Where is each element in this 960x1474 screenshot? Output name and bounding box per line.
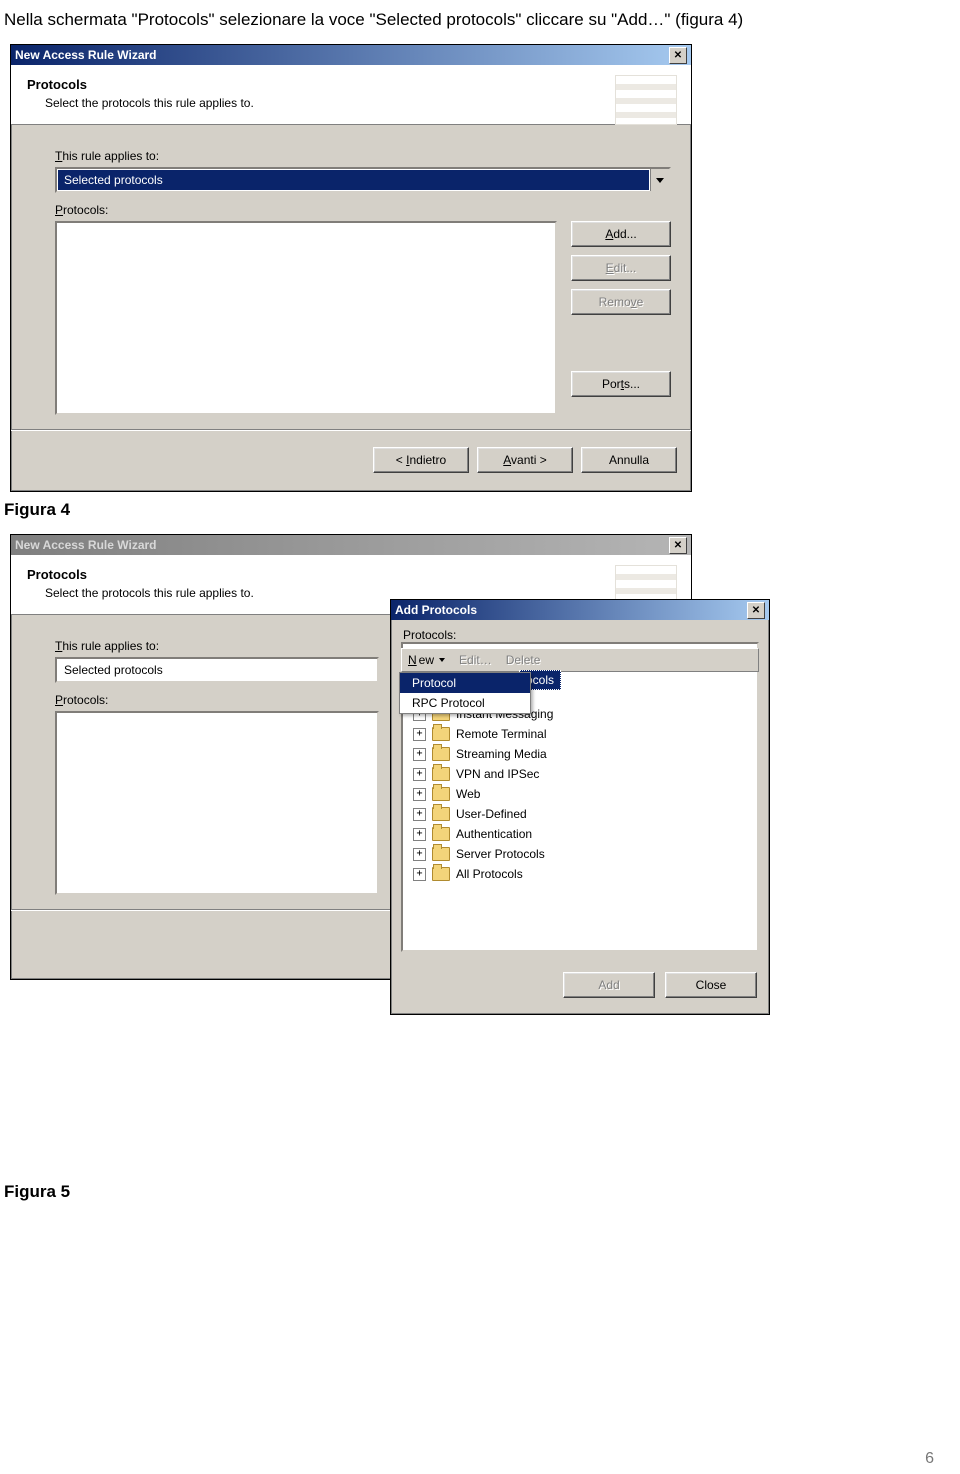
next-button[interactable]: Avanti >	[477, 447, 573, 473]
close-icon[interactable]: ✕	[669, 47, 687, 64]
figure-4-caption: Figura 4	[0, 492, 960, 534]
new-dropdown-menu: Protocol RPC Protocol	[399, 672, 531, 714]
protocols-label: Protocols:	[55, 203, 671, 217]
expand-icon[interactable]: +	[413, 728, 426, 741]
new-menu-button[interactable]: New	[408, 653, 445, 667]
folder-icon	[432, 807, 450, 821]
tree-item-label: Server Protocols	[456, 847, 545, 861]
ports-button[interactable]: Ports...	[571, 371, 671, 397]
side-buttons: Add... Edit... Remove Ports...	[571, 221, 671, 415]
applies-select[interactable]: Selected protocols	[55, 167, 671, 193]
folder-icon	[432, 847, 450, 861]
tree-item-label: Authentication	[456, 827, 532, 841]
header-graphic	[615, 75, 677, 125]
applies-label: This rule applies to:	[55, 149, 671, 163]
header-title: Protocols	[27, 77, 675, 92]
wizard-dialog-fig4: New Access Rule Wizard ✕ Protocols Selec…	[10, 44, 692, 492]
expand-icon[interactable]: +	[413, 848, 426, 861]
header-title: Protocols	[27, 567, 675, 582]
title-bar: Add Protocols ✕	[391, 600, 769, 620]
tree-item-label: VPN and IPSec	[456, 767, 539, 781]
tree-item-label: Remote Terminal	[456, 727, 546, 741]
tree-item[interactable]: + User-Defined	[407, 804, 753, 824]
dialog-footer: Add Close	[391, 958, 769, 1014]
tree-item[interactable]: + Web	[407, 784, 753, 804]
wizard-footer: < Indietro Avanti > Annulla	[11, 430, 691, 491]
tree-item-label: All Protocols	[456, 867, 523, 881]
expand-icon[interactable]: +	[413, 808, 426, 821]
cancel-button[interactable]: Annulla	[581, 447, 677, 473]
menu-item-protocol[interactable]: Protocol	[400, 673, 530, 693]
expand-icon[interactable]: +	[413, 828, 426, 841]
edit-button[interactable]: Edit...	[571, 255, 671, 281]
folder-icon	[432, 867, 450, 881]
tree-item[interactable]: + Remote Terminal	[407, 724, 753, 744]
expand-icon[interactable]: +	[413, 788, 426, 801]
figure-4-area: New Access Rule Wizard ✕ Protocols Selec…	[0, 30, 960, 492]
remove-label: Remove	[599, 295, 644, 309]
title-bar-inactive: New Access Rule Wizard ✕	[11, 535, 691, 555]
dialog-body: This rule applies to: Selected protocols…	[11, 125, 691, 423]
toolbar-delete[interactable]: Delete	[506, 653, 541, 667]
tree-item[interactable]: + Authentication	[407, 824, 753, 844]
folder-icon	[432, 767, 450, 781]
folder-icon	[432, 747, 450, 761]
expand-icon[interactable]: +	[413, 768, 426, 781]
protocols-label: Protocols:	[391, 620, 769, 642]
header-subtitle: Select the protocols this rule applies t…	[45, 586, 675, 600]
header-subtitle: Select the protocols this rule applies t…	[45, 96, 675, 110]
tree-item[interactable]: + All Protocols	[407, 864, 753, 884]
figure-5-caption: Figura 5	[0, 1174, 960, 1216]
dialog-title: New Access Rule Wizard	[15, 48, 157, 62]
chevron-down-icon	[439, 658, 445, 662]
tree-toolbar: New Edit… Delete	[401, 648, 759, 672]
close-icon[interactable]: ✕	[669, 537, 687, 554]
intro-text: Nella schermata "Protocols" selezionare …	[0, 0, 960, 30]
applies-value: Selected protocols	[58, 660, 376, 680]
figure-5-area: New Access Rule Wizard ✕ Protocols Selec…	[10, 534, 960, 1174]
close-icon[interactable]: ✕	[747, 602, 765, 619]
expand-icon[interactable]: +	[413, 868, 426, 881]
back-button[interactable]: < Indietro	[373, 447, 469, 473]
add-button[interactable]: Add...	[571, 221, 671, 247]
chevron-down-icon[interactable]	[650, 169, 669, 191]
tree-item-label: Streaming Media	[456, 747, 547, 761]
tree-item-label: Web	[456, 787, 480, 801]
tree-item[interactable]: + Server Protocols	[407, 844, 753, 864]
folder-icon	[432, 727, 450, 741]
page-number: 6	[925, 1450, 934, 1468]
tree-item-label: User-Defined	[456, 807, 527, 821]
close-button[interactable]: Close	[665, 972, 757, 998]
dialog-header: Protocols Select the protocols this rule…	[11, 65, 691, 125]
title-bar: New Access Rule Wizard ✕	[11, 45, 691, 65]
tree-item[interactable]: + VPN and IPSec	[407, 764, 753, 784]
protocols-listbox[interactable]	[55, 221, 557, 415]
tree-item[interactable]: + Streaming Media	[407, 744, 753, 764]
applies-value: Selected protocols	[58, 170, 649, 190]
toolbar-edit[interactable]: Edit…	[459, 653, 492, 667]
dialog-title: Add Protocols	[395, 603, 477, 617]
expand-icon[interactable]: +	[413, 748, 426, 761]
folder-icon	[432, 827, 450, 841]
menu-item-rpc-protocol[interactable]: RPC Protocol	[400, 693, 530, 713]
applies-select[interactable]: Selected protocols	[55, 657, 379, 683]
add-protocols-dialog: Add Protocols ✕ Protocols: +Mail+Instant…	[390, 599, 770, 1015]
dialog-title: New Access Rule Wizard	[15, 538, 157, 552]
add-button[interactable]: Add	[563, 972, 655, 998]
remove-button[interactable]: Remove	[571, 289, 671, 315]
folder-icon	[432, 787, 450, 801]
protocols-listbox[interactable]	[55, 711, 379, 895]
